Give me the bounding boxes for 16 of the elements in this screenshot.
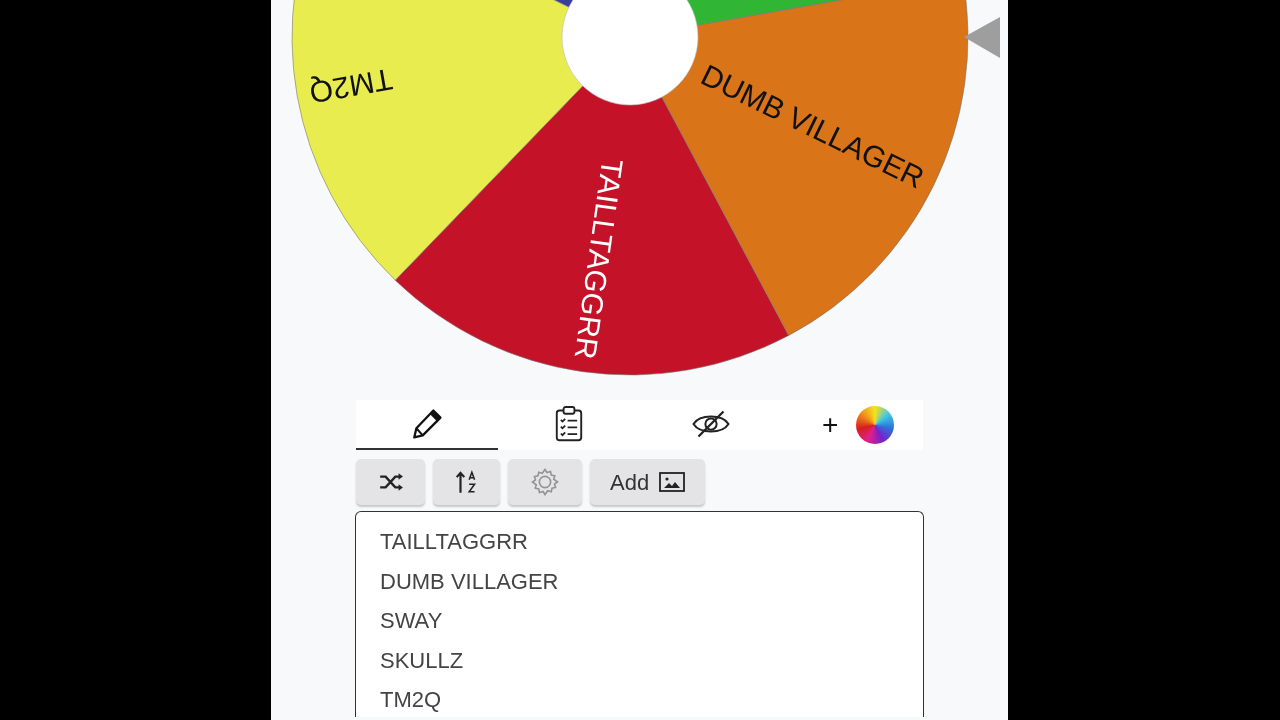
sort-icon bbox=[454, 469, 479, 495]
color-wheel-icon[interactable] bbox=[856, 406, 895, 444]
sort-button[interactable] bbox=[433, 459, 500, 505]
segment-label: TM2Q bbox=[307, 62, 395, 110]
image-icon bbox=[659, 472, 686, 492]
pencil-icon bbox=[410, 407, 444, 441]
segment-label: TAILLTAGGRR bbox=[568, 156, 630, 362]
shuffle-icon bbox=[377, 471, 404, 493]
pointer-icon bbox=[964, 17, 1000, 58]
entries-field[interactable]: TAILLTAGGRR DUMB VILLAGER SWAY SKULLZ TM2Q bbox=[355, 511, 924, 717]
gear-icon bbox=[530, 467, 560, 497]
wheel-hub[interactable] bbox=[561, 0, 699, 106]
shuffle-button[interactable] bbox=[356, 459, 425, 505]
eye-slash-icon bbox=[691, 409, 731, 439]
add-color-button[interactable]: + bbox=[822, 400, 839, 450]
add-image-button[interactable]: Add bbox=[590, 459, 706, 505]
